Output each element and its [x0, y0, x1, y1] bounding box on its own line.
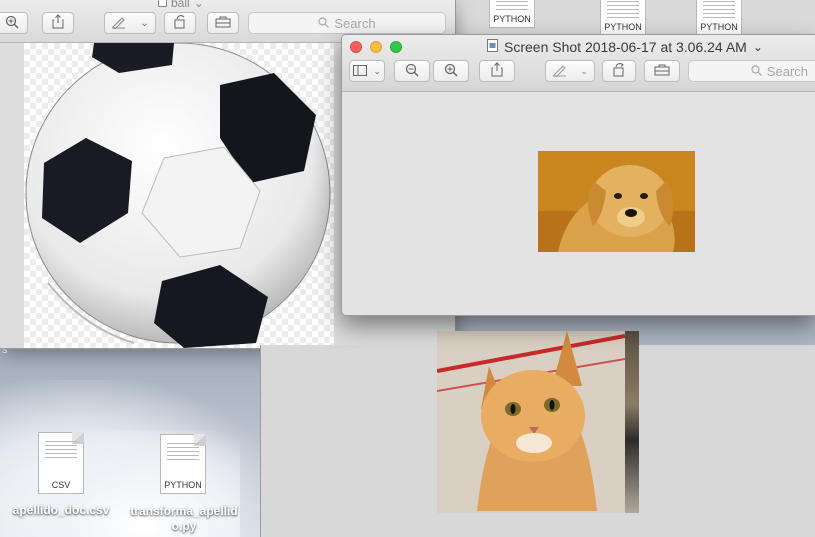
chevron-down-icon: ⌄ [193, 0, 204, 10]
document-icon [158, 0, 167, 10]
close-button[interactable] [350, 41, 362, 53]
share-icon [491, 62, 503, 80]
toolbox-button[interactable] [207, 12, 239, 34]
rotate-button[interactable] [164, 12, 196, 34]
preview-window-screenshot[interactable]: Screen Shot 2018-06-17 at 3.06.24 AM ⌄ ⌄ [341, 34, 815, 316]
zoom-in-icon [444, 63, 458, 80]
ball-window-title: ball ⌄ [158, 0, 204, 10]
markup-pen-icon [552, 63, 568, 80]
python-doc-thumb-1[interactable]: PYTHON [489, 0, 535, 28]
chevron-down-icon: ⌄ [140, 17, 149, 29]
zoom-out-button[interactable] [394, 60, 430, 82]
search-icon [751, 64, 762, 79]
toolbox-icon [654, 64, 670, 79]
cat-image [436, 331, 626, 513]
sidebar-icon [353, 64, 368, 79]
toolbox-icon [215, 16, 231, 31]
zoom-in-icon [5, 15, 19, 32]
python-doc-thumb-3[interactable]: PYTHON [696, 0, 742, 36]
zoom-button[interactable] [390, 41, 402, 53]
images-window[interactable] [260, 331, 815, 537]
zoom-in-button[interactable] [433, 60, 469, 82]
sidebar-button[interactable]: ⌄ [349, 60, 385, 82]
search-icon [318, 16, 330, 31]
desktop-file-csv-label[interactable]: apellido_doc.csv [0, 503, 122, 518]
markup-button[interactable]: ⌄ [104, 12, 156, 34]
share-icon [52, 14, 64, 32]
partial-image-strip [625, 331, 639, 513]
front-window-toolbar: Screen Shot 2018-06-17 at 3.06.24 AM ⌄ ⌄ [342, 35, 815, 92]
share-button[interactable] [479, 60, 515, 82]
share-button[interactable] [42, 12, 74, 34]
zoom-out-icon [405, 63, 419, 80]
chevron-down-icon: ⌄ [752, 40, 763, 54]
minimize-button[interactable] [370, 41, 382, 53]
rotate-button[interactable] [602, 60, 636, 82]
window-strip-top: PYTHON PYTHON PYTHON [455, 0, 815, 36]
dog-image [538, 151, 695, 252]
python-doc-thumb-2[interactable]: PYTHON [600, 0, 646, 36]
zoom-in-button[interactable] [0, 12, 28, 34]
desktop-file-csv[interactable]: CSV [38, 432, 84, 494]
rotate-icon [173, 14, 187, 32]
desktop-file-python-label[interactable]: transforma_apellid o.py [122, 504, 246, 534]
soccer-ball-image [24, 43, 334, 348]
desktop-file-python[interactable]: PYTHON [160, 434, 206, 494]
chevron-down-icon: ⌄ [373, 65, 381, 76]
ball-search-field[interactable]: Search [248, 12, 446, 34]
markup-pen-icon [111, 15, 127, 32]
document-icon [487, 39, 498, 55]
markup-button[interactable]: ⌄ [545, 60, 595, 82]
rotate-icon [612, 62, 626, 80]
chevron-down-icon: ⌄ [580, 65, 588, 76]
toolbox-button[interactable] [644, 60, 680, 82]
search-field[interactable]: Search [688, 60, 815, 82]
window-title[interactable]: Screen Shot 2018-06-17 at 3.06.24 AM ⌄ [487, 39, 763, 55]
